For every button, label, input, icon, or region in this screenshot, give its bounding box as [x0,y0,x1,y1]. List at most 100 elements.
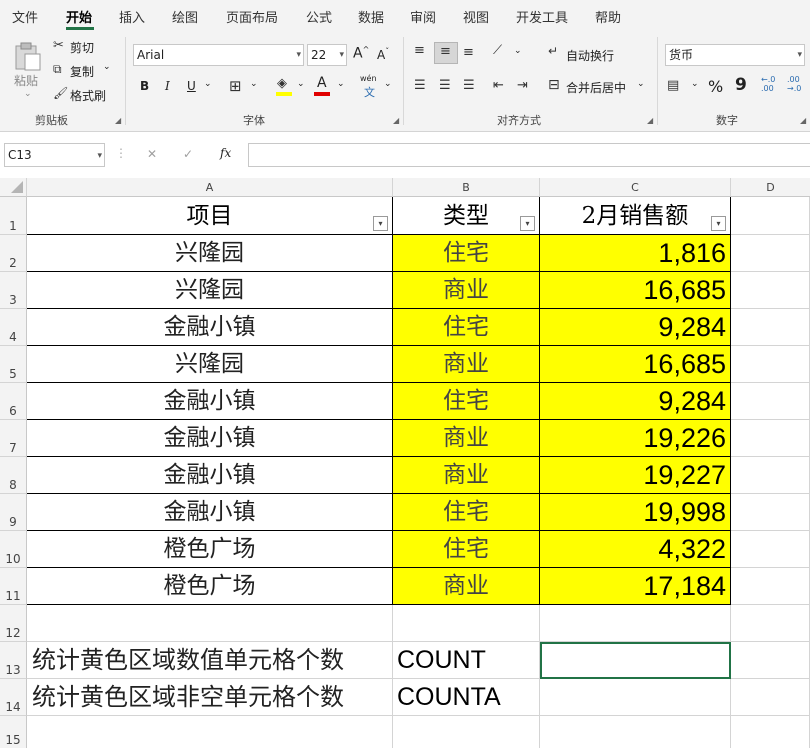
chevron-down-icon[interactable]: ⌄ [297,79,305,89]
dialog-launcher-icon[interactable]: ◢ [115,116,121,125]
project-cell[interactable]: 橙色广场 [27,568,393,605]
bold-button[interactable]: B [140,79,149,93]
sales-cell[interactable]: 1,816 [540,235,731,272]
empty-cell[interactable] [393,605,540,642]
row-header[interactable]: 5 [0,346,27,383]
empty-cell[interactable] [27,605,393,642]
project-cell[interactable]: 金融小镇 [27,494,393,531]
header-cell-project[interactable]: 项目 ▾ [27,197,393,235]
empty-cell[interactable] [731,309,810,346]
type-cell[interactable]: 住宅 [393,494,540,531]
chevron-down-icon[interactable]: ⌄ [103,62,111,72]
type-cell[interactable]: 住宅 [393,235,540,272]
formula-input[interactable] [248,143,810,167]
row-header[interactable]: 12 [0,605,27,642]
sales-cell[interactable]: 19,227 [540,457,731,494]
decrease-indent-icon[interactable]: ⇤ [493,78,504,93]
project-cell[interactable]: 金融小镇 [27,420,393,457]
align-center-icon[interactable]: ☰ [439,78,451,93]
align-top-icon[interactable]: ≡ [414,43,425,58]
project-cell[interactable]: 兴隆园 [27,235,393,272]
row-header[interactable]: 13 [0,642,27,679]
chevron-down-icon[interactable]: ⌄ [691,79,699,89]
type-cell[interactable]: 商业 [393,568,540,605]
project-cell[interactable]: 兴隆园 [27,346,393,383]
row-header[interactable]: 15 [0,716,27,748]
wrap-text-icon[interactable]: ↵ [548,44,558,58]
font-size-select[interactable]: 22 ▾ [307,44,347,66]
project-cell[interactable]: 金融小镇 [27,309,393,346]
type-cell[interactable]: 商业 [393,272,540,309]
empty-cell[interactable] [731,568,810,605]
empty-cell[interactable] [731,642,810,679]
merge-center-icon[interactable]: ⊟ [548,77,560,93]
align-left-icon[interactable]: ☰ [414,78,426,93]
increase-decimal-button[interactable]: ←.0 .00 [761,75,779,93]
empty-cell[interactable] [540,605,731,642]
drag-handle-icon[interactable]: ⋮ [115,146,127,160]
empty-cell[interactable] [731,383,810,420]
row-header[interactable]: 11 [0,568,27,605]
column-header-d[interactable]: D [731,178,810,197]
row-header[interactable]: 2 [0,235,27,272]
dialog-launcher-icon[interactable]: ◢ [393,116,399,125]
confirm-edit-button[interactable]: ✓ [183,147,193,161]
sales-cell[interactable]: 9,284 [540,383,731,420]
note-label-count[interactable]: 统计黄色区域数值单元格个数 [27,642,393,679]
comma-style-button[interactable]: 9 [735,75,747,95]
tab-insert[interactable]: 插入 [119,7,145,26]
type-cell[interactable]: 商业 [393,420,540,457]
empty-cell[interactable] [731,346,810,383]
copy-button[interactable]: 复制 [70,63,94,80]
tab-developer[interactable]: 开发工具 [516,7,568,26]
percent-style-button[interactable]: % [708,77,723,96]
format-painter-icon[interactable]: 🖌 [53,86,68,100]
row-header[interactable]: 3 [0,272,27,309]
tab-home[interactable]: 开始 [66,7,92,26]
scissors-icon[interactable]: ✂ [53,38,64,53]
tab-draw[interactable]: 绘图 [172,7,198,26]
dialog-launcher-icon[interactable]: ◢ [647,116,653,125]
align-right-icon[interactable]: ☰ [463,78,475,93]
paste-button[interactable]: 粘贴 ⌄ [10,39,44,105]
empty-cell[interactable] [540,679,731,716]
align-middle-button[interactable]: ≡ [434,42,458,64]
tab-page-layout[interactable]: 页面布局 [226,7,278,26]
type-cell[interactable]: 商业 [393,346,540,383]
row-header[interactable]: 8 [0,457,27,494]
fill-color-button[interactable]: ◈ [276,76,294,96]
shrink-font-button[interactable]: Aˇ [377,47,389,62]
decrease-decimal-button[interactable]: .00 →.0 [787,75,805,93]
number-format-select[interactable]: 货币 ▾ [665,44,805,66]
dialog-launcher-icon[interactable]: ◢ [800,116,806,125]
tab-review[interactable]: 审阅 [410,7,436,26]
accounting-format-icon[interactable]: ▤ [667,78,679,93]
empty-cell[interactable] [731,272,810,309]
type-cell[interactable]: 住宅 [393,531,540,568]
type-cell[interactable]: 住宅 [393,383,540,420]
select-all-corner[interactable] [0,178,27,197]
italic-button[interactable]: I [165,79,170,93]
empty-cell[interactable] [731,197,810,235]
grow-font-button[interactable]: A^ [353,45,369,62]
merge-center-button[interactable]: 合并后居中 [566,79,626,96]
sales-cell[interactable]: 19,226 [540,420,731,457]
empty-cell[interactable] [393,716,540,748]
column-header-b[interactable]: B [393,178,540,197]
tab-view[interactable]: 视图 [463,7,489,26]
empty-cell[interactable] [731,531,810,568]
sales-cell[interactable]: 17,184 [540,568,731,605]
tab-help[interactable]: 帮助 [595,7,621,26]
underline-button[interactable]: U [187,79,196,93]
sales-cell[interactable]: 16,685 [540,346,731,383]
filter-dropdown-button[interactable]: ▾ [711,216,726,231]
font-color-button[interactable]: A [314,75,332,96]
header-cell-type[interactable]: 类型 ▾ [393,197,540,235]
filter-dropdown-button[interactable]: ▾ [373,216,388,231]
sales-cell[interactable]: 4,322 [540,531,731,568]
row-header[interactable]: 10 [0,531,27,568]
sales-cell[interactable]: 16,685 [540,272,731,309]
filter-dropdown-button[interactable]: ▾ [520,216,535,231]
tab-data[interactable]: 数据 [358,7,384,26]
project-cell[interactable]: 橙色广场 [27,531,393,568]
